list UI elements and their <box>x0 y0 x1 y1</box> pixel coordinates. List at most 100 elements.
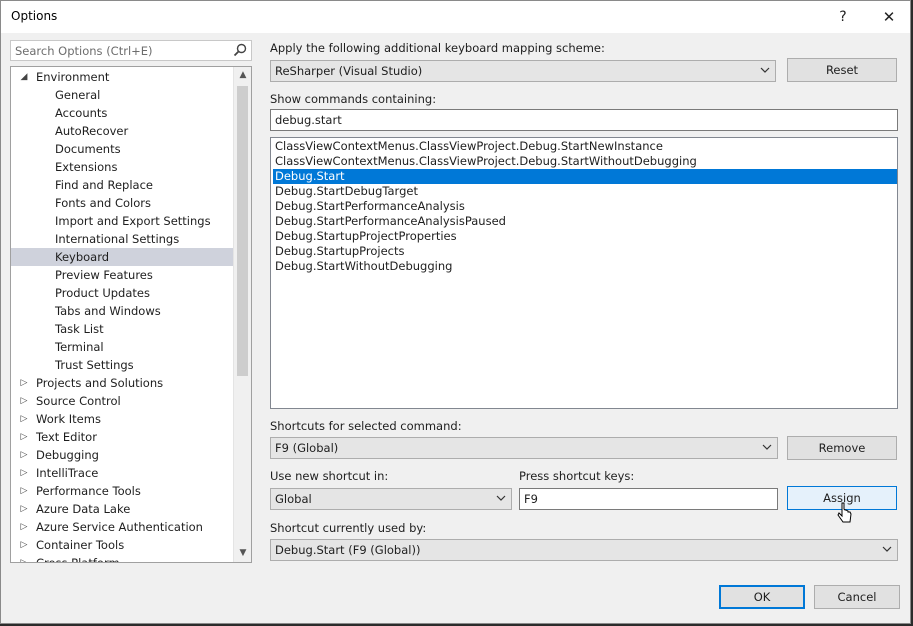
expand-arrow-icon[interactable]: ▷ <box>19 446 29 464</box>
command-list-item[interactable]: Debug.Start <box>273 169 897 184</box>
command-list-item[interactable]: Debug.StartupProjects <box>273 244 897 259</box>
search-placeholder: Search Options (Ctrl+E) <box>15 44 153 58</box>
command-list-item[interactable]: ClassViewContextMenus.ClassViewProject.D… <box>273 139 897 154</box>
help-icon: ? <box>839 9 847 25</box>
mapping-scheme-dropdown[interactable]: ReSharper (Visual Studio) <box>270 60 776 82</box>
search-icon[interactable] <box>233 43 247 57</box>
expand-arrow-icon[interactable]: ▷ <box>19 464 29 482</box>
tree-item[interactable]: Find and Replace <box>11 176 233 194</box>
expand-arrow-icon[interactable]: ▷ <box>19 374 29 392</box>
scroll-up-icon[interactable]: ▲ <box>234 67 251 84</box>
expand-arrow-icon[interactable]: ▷ <box>19 410 29 428</box>
tree-item[interactable]: Extensions <box>11 158 233 176</box>
mapping-scheme-value: ReSharper (Visual Studio) <box>275 64 423 78</box>
tree-item-label: Trust Settings <box>55 358 134 372</box>
tree-item[interactable]: International Settings <box>11 230 233 248</box>
expand-arrow-icon[interactable]: ▷ <box>19 554 29 562</box>
scroll-down-icon[interactable]: ▼ <box>234 545 251 562</box>
options-tree[interactable]: ◢ Environment General Accounts AutoRecover Do… <box>10 66 252 563</box>
tree-item-label: Documents <box>55 142 121 156</box>
tree-item-label: Fonts and Colors <box>55 196 151 210</box>
tree-item[interactable]: Documents <box>11 140 233 158</box>
command-list-item[interactable]: Debug.StartDebugTarget <box>273 184 897 199</box>
command-list-item[interactable]: Debug.StartupProjectProperties <box>273 229 897 244</box>
show-commands-label: Show commands containing: <box>270 92 437 106</box>
options-dialog: Options ? ✕ Search Options (Ctrl+E) ◢ Env… <box>0 0 911 624</box>
tree-item[interactable]: ▷ Projects and Solutions <box>11 374 233 392</box>
tree-item-label: Source Control <box>36 394 121 408</box>
collapse-arrow-icon[interactable]: ◢ <box>19 68 29 86</box>
mouse-pointer-icon <box>837 502 852 523</box>
ok-button[interactable]: OK <box>719 585 805 609</box>
tree-scrollbar[interactable]: ▲ ▼ <box>233 67 251 562</box>
scroll-thumb[interactable] <box>237 86 248 376</box>
expand-arrow-icon[interactable]: ▷ <box>19 482 29 500</box>
tree-item[interactable]: Trust Settings <box>11 356 233 374</box>
help-button[interactable]: ? <box>821 1 865 33</box>
tree-item-label: Keyboard <box>55 250 110 264</box>
tree-item-label: Preview Features <box>55 268 153 282</box>
command-filter-input[interactable]: debug.start <box>270 109 898 131</box>
tree-item[interactable]: Import and Export Settings <box>11 212 233 230</box>
command-list-item[interactable]: ClassViewContextMenus.ClassViewProject.D… <box>273 154 897 169</box>
cancel-button[interactable]: Cancel <box>814 585 900 609</box>
tree-item-label: Azure Data Lake <box>36 502 131 516</box>
mapping-scheme-label: Apply the following additional keyboard … <box>270 41 605 55</box>
expand-arrow-icon[interactable]: ▷ <box>19 392 29 410</box>
tree-item[interactable]: ▷ Cross Platform <box>11 554 233 563</box>
used-by-dropdown[interactable]: Debug.Start (F9 (Global)) <box>270 539 898 561</box>
reset-button[interactable]: Reset <box>787 58 897 82</box>
command-list-item[interactable]: Debug.StartPerformanceAnalysis <box>273 199 897 214</box>
tree-item[interactable]: ▷ Debugging <box>11 446 233 464</box>
tree-item-label: IntelliTrace <box>36 466 99 480</box>
search-input[interactable]: Search Options (Ctrl+E) <box>10 40 252 61</box>
chevron-down-icon <box>496 495 506 501</box>
tree-item[interactable]: General <box>11 86 233 104</box>
shortcuts-value: F9 (Global) <box>275 441 339 455</box>
tree-item[interactable]: ▷ Source Control <box>11 392 233 410</box>
tree-item-label: International Settings <box>55 232 180 246</box>
expand-arrow-icon[interactable]: ▷ <box>19 428 29 446</box>
use-shortcut-in-dropdown[interactable]: Global <box>270 488 512 510</box>
tree-item[interactable]: Keyboard <box>11 248 233 266</box>
tree-item[interactable]: Terminal <box>11 338 233 356</box>
tree-item[interactable]: ▷ Container Tools <box>11 536 233 554</box>
tree-item[interactable]: ▷ IntelliTrace <box>11 464 233 482</box>
tree-item[interactable]: ▷ Azure Service Authentication <box>11 518 233 536</box>
tree-item[interactable]: ▷ Text Editor <box>11 428 233 446</box>
tree-item[interactable]: Task List <box>11 320 233 338</box>
command-filter-value: debug.start <box>275 113 342 127</box>
tree-item-label: Environment <box>36 70 110 84</box>
expand-arrow-icon[interactable]: ▷ <box>19 536 29 554</box>
tree-item[interactable]: ▷ Work Items <box>11 410 233 428</box>
used-by-value: Debug.Start (F9 (Global)) <box>275 543 421 557</box>
use-shortcut-in-label: Use new shortcut in: <box>270 469 389 483</box>
expand-arrow-icon[interactable]: ▷ <box>19 500 29 518</box>
tree-item[interactable]: ▷ Performance Tools <box>11 482 233 500</box>
close-icon: ✕ <box>882 8 896 26</box>
press-shortcut-keys-input[interactable]: F9 <box>519 488 778 510</box>
tree-item-label: AutoRecover <box>55 124 129 138</box>
tree-item-label: Cross Platform <box>36 556 120 563</box>
press-shortcut-keys-label: Press shortcut keys: <box>519 469 635 483</box>
tree-item[interactable]: AutoRecover <box>11 122 233 140</box>
tree-item-label: Projects and Solutions <box>36 376 164 390</box>
tree-item[interactable]: Product Updates <box>11 284 233 302</box>
tree-item[interactable]: ◢ Environment <box>11 68 233 86</box>
expand-arrow-icon[interactable]: ▷ <box>19 518 29 536</box>
tree-item-label: Container Tools <box>36 538 125 552</box>
tree-item[interactable]: Tabs and Windows <box>11 302 233 320</box>
close-button[interactable]: ✕ <box>867 1 911 33</box>
tree-item[interactable]: ▷ Azure Data Lake <box>11 500 233 518</box>
window-title: Options <box>11 9 58 23</box>
command-list-item[interactable]: Debug.StartWithoutDebugging <box>273 259 897 274</box>
command-list[interactable]: ClassViewContextMenus.ClassViewProject.D… <box>270 137 898 409</box>
remove-button[interactable]: Remove <box>787 436 897 460</box>
tree-item[interactable]: Preview Features <box>11 266 233 284</box>
command-list-item[interactable]: Debug.StartPerformanceAnalysisPaused <box>273 214 897 229</box>
tree-item[interactable]: Fonts and Colors <box>11 194 233 212</box>
shortcuts-dropdown[interactable]: F9 (Global) <box>270 437 778 459</box>
tree-item-label: General <box>55 88 101 102</box>
tree-item[interactable]: Accounts <box>11 104 233 122</box>
tree-item-label: Import and Export Settings <box>55 214 211 228</box>
